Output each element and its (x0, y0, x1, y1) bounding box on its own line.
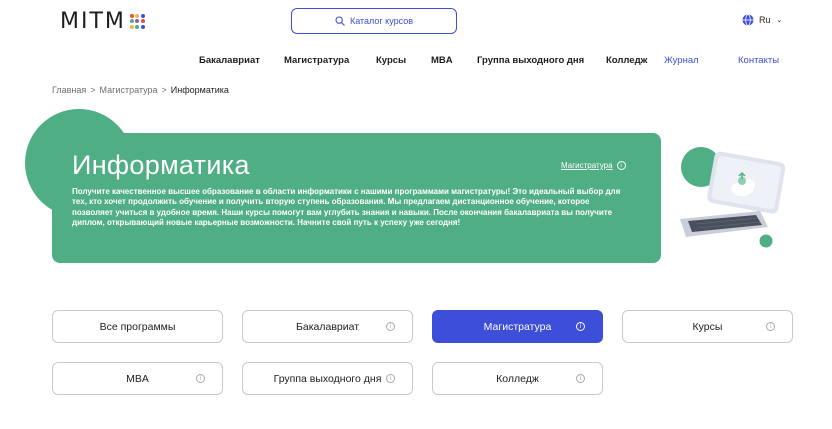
info-icon[interactable]: i (766, 322, 775, 331)
info-icon[interactable]: i (616, 161, 626, 170)
filter-label: Курсы (692, 320, 723, 333)
logo-text: MITM (60, 8, 126, 34)
filter-mba[interactable]: MBA i (52, 362, 223, 395)
info-icon[interactable]: i (576, 374, 585, 383)
breadcrumb-separator: > (161, 85, 167, 95)
nav-item-bachelor[interactable]: Бакалавриат (199, 55, 260, 66)
info-icon[interactable]: i (386, 374, 395, 383)
info-icon[interactable]: i (386, 322, 395, 331)
main-nav: Бакалавриат Магистратура Курсы MBA Групп… (0, 55, 832, 69)
catalog-search-label: Каталог курсов (349, 16, 414, 26)
catalog-search-button[interactable]: Каталог курсов (291, 8, 457, 34)
language-label: Ru (759, 15, 771, 25)
info-icon[interactable]: i (576, 322, 585, 331)
chevron-down-icon: ⌄ (776, 17, 783, 24)
filter-label: Колледж (496, 372, 539, 385)
hero-description: Получите качественное высшее образование… (72, 187, 621, 227)
nav-item-master[interactable]: Магистратура (284, 55, 349, 66)
nav-item-contacts[interactable]: Контакты (738, 55, 779, 66)
hero-tag[interactable]: Магистратура i (561, 161, 626, 170)
breadcrumb-parent[interactable]: Магистратура (100, 85, 158, 95)
globe-icon (742, 14, 754, 26)
breadcrumb-home[interactable]: Главная (52, 85, 86, 95)
nav-item-weekend-group[interactable]: Группа выходного дня (477, 55, 584, 66)
page-title: Информатика (72, 150, 250, 180)
info-icon[interactable]: i (196, 374, 205, 383)
filter-weekend-group[interactable]: Группа выходного дня i (242, 362, 413, 395)
filter-college[interactable]: Колледж i (432, 362, 603, 395)
filter-master[interactable]: Магистратура i (432, 310, 603, 343)
filter-label: Магистратура (483, 320, 552, 333)
logo-dots-icon (129, 13, 145, 29)
nav-item-journal[interactable]: Журнал (664, 55, 699, 66)
breadcrumb-current: Информатика (170, 85, 229, 95)
nav-item-college[interactable]: Колледж (606, 55, 647, 66)
filter-all-programs[interactable]: Все программы (52, 310, 223, 343)
nav-item-mba[interactable]: MBA (431, 55, 453, 66)
filter-label: Бакалавриат (295, 320, 360, 333)
filter-bachelor[interactable]: Бакалавриат i (242, 310, 413, 343)
breadcrumb-separator: > (90, 85, 96, 95)
search-icon (335, 16, 345, 26)
language-selector[interactable]: Ru ⌄ (742, 14, 782, 26)
logo[interactable]: MITM (60, 8, 145, 34)
filter-label: MBA (126, 372, 149, 385)
filter-label: Все программы (99, 320, 176, 333)
breadcrumb: Главная > Магистратура > Информатика (52, 85, 229, 95)
filter-courses[interactable]: Курсы i (622, 310, 793, 343)
nav-item-courses[interactable]: Курсы (376, 55, 406, 66)
hero-tag-label: Магистратура (561, 161, 613, 170)
laptop-cloud-illustration (680, 147, 786, 248)
filter-label: Группа выходного дня (273, 372, 382, 385)
